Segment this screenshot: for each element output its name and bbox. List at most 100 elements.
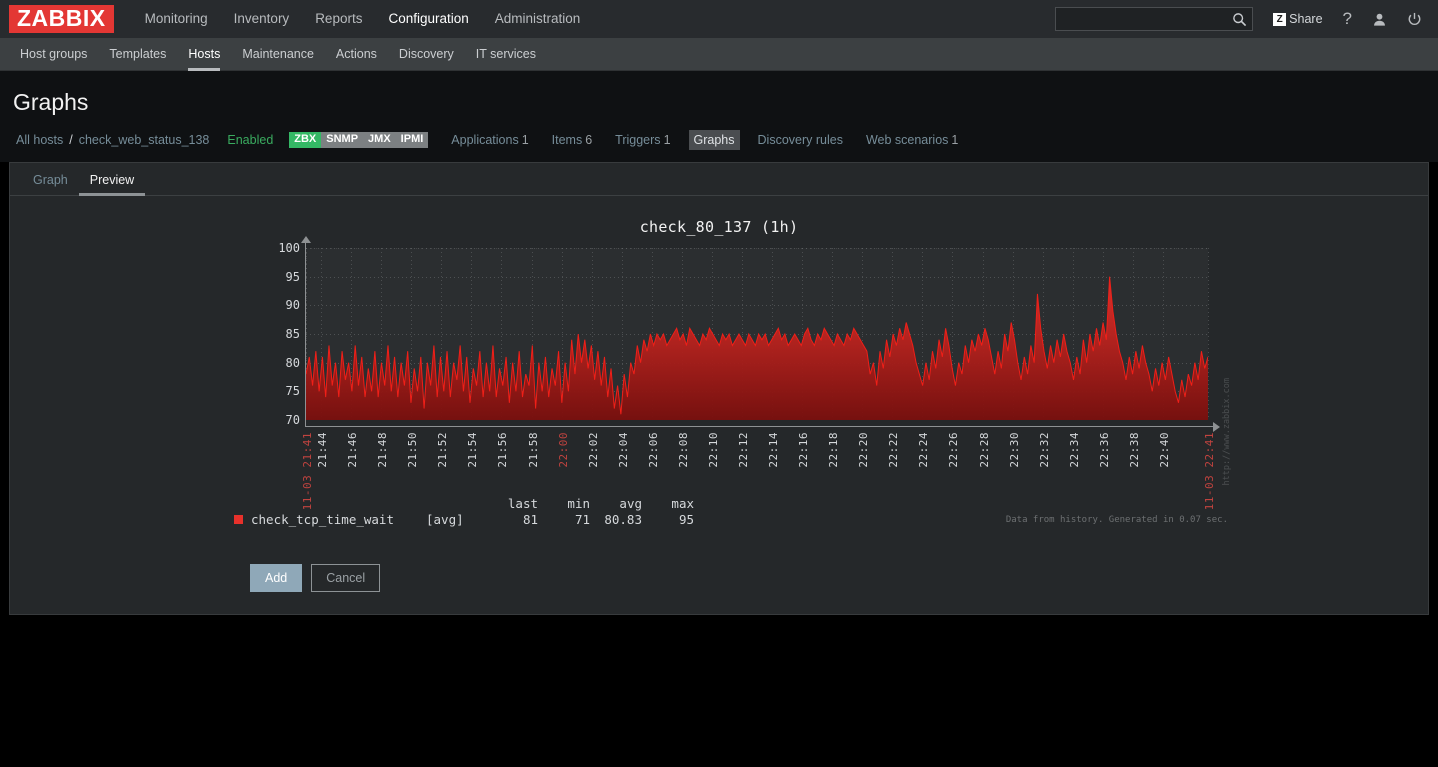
x-axis-tick-label: 22:02	[586, 432, 600, 468]
breadcrumb-host-name[interactable]: check_web_status_138	[79, 133, 210, 147]
main-menu-item-monitoring[interactable]: Monitoring	[132, 0, 221, 38]
question-mark-icon: ?	[1342, 9, 1352, 28]
x-axis-tick-label: 22:24	[917, 432, 931, 468]
host-tab-web-scenarios-link[interactable]: Web scenarios	[866, 133, 948, 147]
subnav-item-discovery[interactable]: Discovery	[388, 38, 465, 71]
subnav-item-actions[interactable]: Actions	[325, 38, 388, 71]
x-axis-tick-label: 21:50	[406, 432, 420, 468]
graph-title: check_80_137 (1h)	[639, 218, 799, 236]
y-axis-tick-label: 75	[285, 384, 300, 399]
top-navigation-bar: ZABBIX Monitoring Inventory Reports Conf…	[0, 0, 1438, 38]
legend-series-name: check_tcp_time_wait	[251, 511, 394, 527]
tab-graph[interactable]: Graph	[22, 173, 79, 195]
x-axis-tick-label: 21:46	[346, 432, 360, 468]
search-icon[interactable]	[1232, 12, 1247, 27]
form-button-row: Add Cancel	[250, 563, 381, 592]
legend-header-max: max	[671, 496, 694, 511]
power-icon	[1408, 12, 1421, 25]
legend-header-avg: avg	[619, 496, 642, 511]
host-tab-applications[interactable]: Applications 1	[446, 130, 533, 150]
y-axis-tick-label: 80	[285, 355, 300, 370]
subnav-item-templates[interactable]: Templates	[98, 38, 177, 71]
tab-preview[interactable]: Preview	[78, 173, 146, 196]
host-tab-applications-link[interactable]: Applications	[451, 133, 518, 147]
help-button[interactable]: ?	[1337, 0, 1358, 38]
subnav-item-maintenance[interactable]: Maintenance	[231, 38, 325, 71]
main-menu-item-inventory[interactable]: Inventory	[221, 0, 303, 38]
x-axis-tick-label: 22:32	[1037, 432, 1051, 468]
global-search[interactable]	[1055, 7, 1254, 31]
x-axis-tick-label: 21:56	[496, 432, 510, 468]
x-axis-tick-label: 22:08	[676, 432, 690, 468]
subnav-item-host-groups[interactable]: Host groups	[9, 38, 98, 71]
user-profile-button[interactable]	[1366, 0, 1393, 38]
subnav-item-it-services[interactable]: IT services	[465, 38, 547, 71]
x-axis-tick-label: 22:14	[767, 432, 780, 468]
host-tab-discovery-rules-link[interactable]: Discovery rules	[758, 133, 843, 147]
zabbix-logo: ZABBIX	[9, 5, 114, 33]
search-input[interactable]	[1056, 8, 1229, 30]
legend-header-last: last	[507, 496, 538, 511]
host-tab-web-scenarios[interactable]: Web scenarios 1	[861, 130, 963, 150]
host-tab-triggers-link[interactable]: Triggers	[615, 133, 660, 147]
logout-button[interactable]	[1401, 0, 1428, 38]
add-button[interactable]: Add	[250, 563, 303, 592]
x-axis-tick-label: 22:36	[1097, 432, 1111, 468]
legend-value-last: 81	[522, 511, 538, 527]
legend-value-max: 95	[678, 511, 694, 527]
y-axis-tick-label: 95	[285, 269, 300, 284]
main-menu-item-administration[interactable]: Administration	[482, 0, 594, 38]
host-tab-web-scenarios-count: 1	[951, 133, 959, 147]
chart-series-area	[306, 276, 1208, 420]
host-tab-items[interactable]: Items 6	[547, 130, 598, 150]
breadcrumb-separator: /	[69, 133, 73, 147]
x-axis-tick-labels: 11-03 21:41 21:44 21:46 21:48 21:50 21:52 21:5…	[10, 432, 1428, 512]
interface-tag-jmx: JMX	[363, 132, 396, 148]
x-axis-tick-label: 21:54	[466, 432, 480, 468]
x-axis-tick-label: 21:52	[436, 432, 450, 468]
x-axis-tick-label: 22:10	[706, 432, 720, 468]
x-axis-arrow-icon	[1213, 422, 1220, 432]
host-tab-graphs-link[interactable]: Graphs	[694, 133, 735, 147]
share-label: Share	[1289, 12, 1323, 26]
sub-navigation-bar: Host groups Templates Hosts Maintenance …	[0, 38, 1438, 71]
graph-legend: last min avg max check_tcp_time_wait [av…	[234, 496, 694, 527]
x-axis-tick-label: 21:44	[316, 432, 329, 468]
x-axis-tick-label: 22:12	[737, 432, 750, 468]
main-menu: Monitoring Inventory Reports Configurati…	[132, 0, 594, 38]
main-menu-item-reports[interactable]: Reports	[302, 0, 375, 38]
host-tab-triggers-count: 1	[663, 133, 671, 147]
y-axis-tick-label: 85	[285, 327, 300, 341]
host-tab-items-link[interactable]: Items	[552, 133, 583, 147]
plot-area	[306, 248, 1209, 420]
x-axis-tick-label: 22:26	[947, 432, 961, 468]
x-axis-tick-label: 21:48	[376, 432, 390, 468]
cancel-button[interactable]: Cancel	[311, 563, 381, 592]
main-menu-item-configuration[interactable]: Configuration	[375, 0, 481, 38]
interface-tags: ZBX SNMP JMX IPMI	[289, 132, 429, 148]
interface-tag-snmp: SNMP	[321, 132, 364, 148]
host-tab-items-count: 6	[585, 133, 593, 147]
x-axis-tick-label: 22:00	[556, 432, 570, 468]
y-axis-tick-label: 70	[285, 413, 300, 427]
y-axis-arrow-icon	[301, 236, 311, 243]
host-tab-discovery-rules[interactable]: Discovery rules	[753, 130, 848, 150]
host-tab-graphs[interactable]: Graphs	[688, 130, 740, 150]
interface-tag-ipmi: IPMI	[395, 132, 429, 148]
page-title: Graphs	[0, 71, 1438, 130]
legend-aggregate: [avg]	[426, 511, 464, 527]
x-axis-tick-label: 22:04	[616, 432, 630, 468]
grid-line-vertical	[1208, 248, 1209, 420]
share-button[interactable]: Z Share	[1267, 0, 1328, 38]
breadcrumb-all-hosts[interactable]: All hosts	[16, 133, 63, 147]
graph-preview-area: check_80_137 (1h) 100 95 90 85 80 75 70 11-03 …	[10, 196, 1428, 541]
host-status-badge[interactable]: Enabled	[227, 133, 273, 147]
x-axis-tick-label: 22:38	[1127, 432, 1141, 468]
legend-value-avg: 80.83	[604, 511, 642, 527]
host-breadcrumb-bar: All hosts / check_web_status_138 Enabled…	[0, 130, 1438, 162]
y-axis-tick-label: 90	[285, 298, 300, 313]
legend-header-spacer-name	[251, 496, 426, 510]
subnav-item-hosts[interactable]: Hosts	[177, 38, 231, 71]
host-tab-triggers[interactable]: Triggers 1	[610, 130, 675, 150]
legend-color-swatch	[234, 514, 243, 524]
